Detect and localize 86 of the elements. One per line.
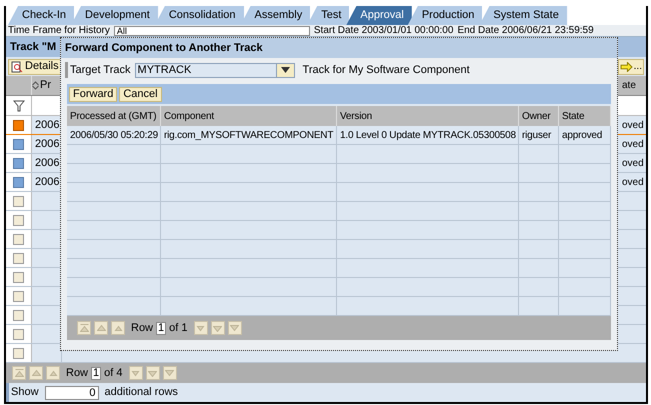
first-page-button[interactable]	[12, 366, 26, 380]
row-selector[interactable]	[13, 348, 24, 358]
row-selector[interactable]	[13, 328, 24, 340]
row-selector[interactable]	[13, 176, 24, 188]
forward-button[interactable]: Forward	[69, 86, 118, 102]
column-header[interactable]: Processed at (GMT)	[70, 108, 156, 124]
row-selector[interactable]	[13, 214, 24, 226]
row-selector[interactable]	[13, 310, 24, 320]
table-cell-text: 1.0 Level 0 Update MYTRACK.05300508	[340, 128, 516, 142]
table-cell-text: riguser	[522, 128, 552, 142]
pager-label: Row	[131, 320, 154, 336]
column-header[interactable]: Component	[164, 108, 214, 124]
table-cell-text: 2006	[35, 174, 60, 190]
pager-label: Row	[66, 366, 88, 381]
page-count: of 4	[104, 366, 122, 381]
table-cell-text: 2006	[35, 156, 60, 171]
magnifier-icon	[11, 60, 23, 72]
row-number-field[interactable]: 1	[156, 322, 166, 334]
column-header[interactable]: Owner	[522, 108, 550, 124]
first-page-icon	[80, 324, 88, 332]
previous-page-button[interactable]	[29, 366, 43, 380]
table-cell-text: 2006	[35, 118, 60, 133]
table-cell-text: oved	[622, 118, 644, 132]
row-selector[interactable]	[13, 196, 24, 206]
first-page-button[interactable]	[77, 321, 91, 335]
row-selector[interactable]	[13, 272, 24, 282]
last-page-button[interactable]	[228, 321, 242, 335]
row-selector[interactable]	[13, 252, 24, 264]
previous-page-icon	[32, 369, 40, 377]
arrow-icon	[620, 62, 633, 72]
next-page-icon	[148, 369, 157, 377]
previous-row-button[interactable]	[46, 366, 60, 380]
sort-icon	[32, 80, 39, 90]
row-selector[interactable]	[13, 158, 24, 168]
next-row-icon	[131, 369, 140, 377]
last-page-icon	[165, 369, 174, 377]
field-label: Target Track	[65, 62, 131, 78]
previous-row-button[interactable]	[111, 321, 125, 335]
target-track-dropdown[interactable]: MYTRACK	[134, 62, 295, 78]
row-selector[interactable]	[13, 290, 24, 302]
column-header[interactable]: Pr	[32, 77, 51, 94]
next-row-button[interactable]	[194, 321, 208, 335]
row-selector[interactable]	[13, 120, 24, 130]
row-number-field[interactable]: 1	[91, 366, 102, 380]
end-date: End Date 2006/06/21 23:59:59	[457, 26, 594, 36]
previous-page-button[interactable]	[94, 321, 108, 335]
dropdown-icon	[280, 66, 290, 74]
tab[interactable]: Test	[307, 6, 350, 25]
track-description: Track for My Software Component	[302, 62, 470, 78]
table-cell-text: approved	[562, 128, 602, 142]
next-row-button[interactable]	[128, 366, 142, 380]
cancel-button[interactable]: Cancel	[119, 86, 162, 102]
details-button[interactable]: Details	[8, 58, 62, 74]
table-cell-text: oved	[622, 176, 644, 190]
row-selector[interactable]	[13, 234, 24, 244]
next-page-button[interactable]	[146, 366, 160, 380]
table-cell-text: 2006	[35, 136, 60, 152]
filter-icon[interactable]	[12, 100, 24, 112]
track-title: Track "M	[10, 40, 56, 55]
field-label: additional rows	[104, 385, 178, 400]
field-label: Time Frame for History	[8, 26, 110, 36]
previous-row-icon	[48, 369, 58, 377]
table-cell-text: oved	[622, 156, 644, 170]
column-header[interactable]: State	[562, 108, 584, 124]
column-header[interactable]: Version	[340, 108, 372, 124]
first-page-icon	[14, 369, 24, 377]
tab[interactable]: Check-In	[8, 6, 76, 25]
table-cell-text: oved	[622, 138, 644, 152]
next-page-button[interactable]	[210, 321, 224, 335]
page-count: of 1	[169, 320, 188, 336]
start-date: Start Date 2003/01/01 00:00:00	[314, 26, 454, 36]
dropdown-field[interactable]: All	[114, 26, 310, 36]
dialog-title: Forward Component to Another Track	[65, 40, 263, 56]
tab[interactable]: Production	[408, 6, 484, 25]
tab[interactable]: Development	[71, 6, 159, 25]
column-header[interactable]: ate	[622, 78, 636, 93]
tab[interactable]: System State	[479, 6, 568, 25]
tab[interactable]: Approval	[346, 6, 412, 25]
last-page-icon	[230, 324, 239, 332]
additional-rows-field[interactable]: 0	[44, 386, 99, 400]
table-cell-text: rig.com_MYSOFTWARECOMPONENT	[164, 128, 334, 142]
table-cell-text: 2006/05/30 05:20:29	[70, 128, 158, 142]
row-selector[interactable]	[13, 138, 24, 150]
last-page-button[interactable]	[162, 366, 176, 380]
forward-button[interactable]: ...	[618, 58, 644, 74]
field-label: Show	[11, 385, 39, 400]
